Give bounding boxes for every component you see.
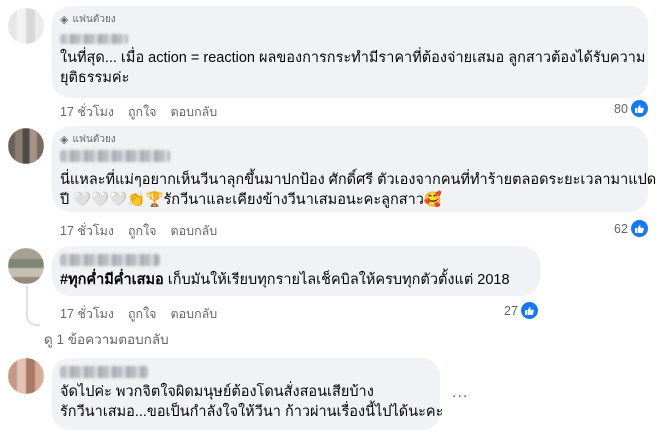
comment-text: เก็บมันให้เรียบทุกรายไลเช็คบิลให้ครบทุกต… [163, 272, 510, 288]
top-fan-badge: ◈ แฟนตัวยง [60, 12, 116, 27]
view-replies-text: ดู 1 ข้อความตอบกลับ [44, 332, 169, 347]
comment-time[interactable]: 17 ชั่วโมง [60, 221, 114, 241]
reply-button[interactable]: ตอบกลับ [171, 304, 218, 324]
avatar[interactable] [8, 358, 44, 394]
author-name[interactable] [60, 254, 160, 266]
view-replies-link[interactable]: ดู 1 ข้อความตอบกลับ [44, 328, 169, 350]
reaction-summary[interactable]: 27 [504, 302, 538, 319]
comment-text-line: ยุติธรรมค่ะ [60, 70, 130, 86]
reaction-count: 80 [614, 101, 628, 116]
reply-button[interactable]: ตอบกลับ [171, 221, 218, 241]
badge-label: แฟนตัวยง [72, 134, 116, 145]
reaction-summary[interactable]: 80 [614, 100, 648, 117]
reaction-count: 27 [504, 303, 518, 318]
top-fan-badge: ◈ แฟนตัวยง [60, 132, 116, 147]
comment-text-line: ในที่สุด... เมื่อ action = reaction ผลขอ… [60, 50, 646, 66]
comment-bubble: จัดไปค่ะ พวกจิตใจผิดมนุษย์ต้องโดนสั่งสอน… [52, 358, 444, 430]
author-name[interactable] [60, 34, 128, 44]
avatar[interactable] [8, 128, 44, 164]
more-options-button[interactable]: ... [452, 384, 468, 402]
thread-line [26, 286, 40, 326]
comment-text-line: ปี 🤍🤍🤍👏🏆รักวีนาและเคียงข้างวีนาเสมอนะคะล… [60, 192, 442, 208]
author-name[interactable] [60, 150, 170, 162]
comment-text-line: #ทุกค่ำมีค่ำเสมอ เก็บมันให้เรียบทุกรายไล… [60, 270, 510, 290]
reaction-count: 62 [614, 221, 628, 236]
like-button[interactable]: ถูกใจ [128, 102, 157, 122]
diamond-icon: ◈ [60, 134, 69, 146]
comment-actions: 17 ชั่วโมง ถูกใจ ตอบกลับ [60, 304, 217, 324]
comment-bubble: ◈ แฟนตัวยง นี่แหละที่แม่ๆอยากเห็นวีนาลุก… [52, 126, 656, 212]
comment-text-line: นี่แหละที่แม่ๆอยากเห็นวีนาลุกขึ้นมาปกป้อ… [60, 172, 657, 188]
comment-text-line: จัดไปค่ะ พวกจิตใจผิดมนุษย์ต้องโดนสั่งสอน… [60, 384, 374, 400]
badge-label: แฟนตัวยง [72, 14, 116, 25]
comment-bubble: #ทุกค่ำมีค่ำเสมอ เก็บมันให้เรียบทุกรายไล… [52, 246, 540, 296]
comment-time[interactable]: 17 ชั่วโมง [60, 304, 114, 324]
diamond-icon: ◈ [60, 14, 69, 26]
avatar[interactable] [8, 248, 44, 284]
comment-bubble: ◈ แฟนตัวยง ในที่สุด... เมื่อ action = re… [52, 6, 648, 98]
like-icon [630, 220, 648, 237]
like-icon [630, 100, 648, 117]
like-button[interactable]: ถูกใจ [128, 304, 157, 324]
comment-time[interactable]: 17 ชั่วโมง [60, 102, 114, 122]
avatar[interactable] [8, 8, 44, 44]
comment-actions: 17 ชั่วโมง ถูกใจ ตอบกลับ [60, 221, 217, 241]
comment-actions: 17 ชั่วโมง ถูกใจ ตอบกลับ [60, 102, 217, 122]
like-button[interactable]: ถูกใจ [128, 221, 157, 241]
reply-button[interactable]: ตอบกลับ [171, 102, 218, 122]
author-name[interactable] [60, 366, 148, 378]
like-icon [520, 302, 538, 319]
comment-text-line: รักวีนาเสมอ...ขอเป็นกำลังใจให้วีนา ก้าวผ… [60, 404, 444, 420]
reaction-summary[interactable]: 62 [614, 220, 648, 237]
hashtag-link[interactable]: #ทุกค่ำมีค่ำเสมอ [60, 272, 164, 288]
